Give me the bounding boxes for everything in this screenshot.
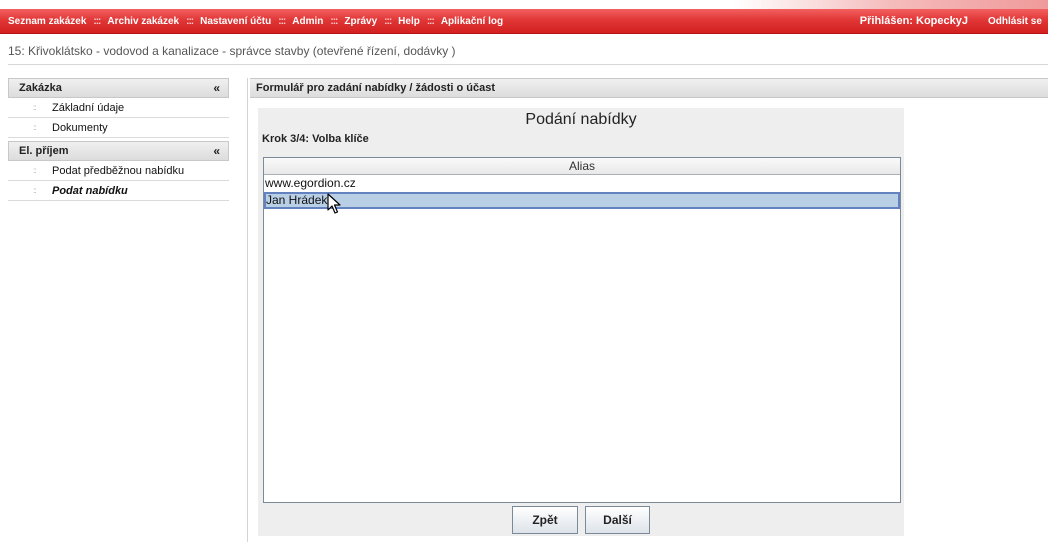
key-table[interactable]: Alias www.egordion.cz Jan Hrádek [263,157,901,503]
mouse-pointer-icon [327,193,341,214]
title-divider [8,64,1048,65]
nav-separator: ::: [330,15,338,27]
bid-applet: Podání nabídky Krok 3/4: Volba klíče Ali… [258,108,904,536]
form-header: Formulář pro zadání nabídky / žádosti o … [250,78,1048,98]
nav-admin[interactable]: Admin [292,16,323,27]
logout-link[interactable]: Odhlásit se [988,16,1048,27]
sidebar-section-el-prijem[interactable]: El. příjem « [8,141,229,161]
back-button[interactable]: Zpět [512,506,578,534]
bullet-icon: :: [33,103,37,112]
step-indicator: Krok 3/4: Volba klíče [262,133,369,145]
sidebar-item-label: Podat nabídku [52,184,128,197]
nav-separator: ::: [426,15,435,27]
nav-aplikacni-log[interactable]: Aplikační log [441,16,503,27]
bullet-icon: :: [33,166,37,175]
nav-nastaveni-uctu[interactable]: Nastavení účtu [200,16,271,27]
button-bar: Zpět Další [258,506,904,536]
nav-separator: ::: [384,15,392,27]
sidebar-section-zakazka[interactable]: Zakázka « [8,78,229,98]
nav-menu: Seznam zakázek ::: Archiv zakázek ::: Na… [8,9,503,33]
sidebar-item-podat-predbeznou-nabidku[interactable]: :: Podat předběžnou nabídku [8,161,229,181]
sidebar: Zakázka « :: Základní údaje :: Dokumenty… [8,78,229,201]
nav-separator: ::: [278,15,286,27]
sidebar-item-zakladni-udaje[interactable]: :: Základní údaje [8,98,229,118]
nav-zpravy[interactable]: Zprávy [344,16,377,27]
sidebar-section-title: Zakázka [19,82,62,94]
table-row-selected[interactable]: Jan Hrádek [264,192,900,209]
sidebar-divider [247,78,248,542]
nav-separator: ::: [186,15,194,27]
main-navigation: Seznam zakázek ::: Archiv zakázek ::: Na… [0,0,1048,34]
nav-seznam-zakazek[interactable]: Seznam zakázek [8,16,86,27]
bullet-icon: :: [33,186,37,195]
user-area: Přihlášen: KopeckyJ Odhlásit se [860,9,1048,33]
logged-in-user: Přihlášen: KopeckyJ [859,15,968,27]
collapse-chevron-icon[interactable]: « [213,81,220,95]
table-row[interactable]: www.egordion.cz [264,175,900,192]
next-button[interactable]: Další [585,506,650,534]
top-bar: Seznam zakázek ::: Archiv zakázek ::: Na… [0,0,1048,38]
page-title: 15: Křivoklátsko - vodovod a kanalizace … [8,44,456,58]
nav-help[interactable]: Help [398,16,420,27]
sidebar-item-label: Podat předběžnou nabídku [52,164,185,177]
sidebar-item-dokumenty[interactable]: :: Dokumenty [8,118,229,138]
sidebar-item-label: Dokumenty [52,121,108,134]
nav-separator: ::: [93,15,101,27]
sidebar-item-label: Základní údaje [52,101,125,114]
sidebar-section-title: El. příjem [19,145,69,157]
collapse-chevron-icon[interactable]: « [213,144,220,158]
bullet-icon: :: [33,123,37,132]
column-header-alias[interactable]: Alias [264,158,900,175]
applet-title: Podání nabídky [525,111,637,128]
sidebar-item-podat-nabidku[interactable]: :: Podat nabídku [8,181,229,201]
nav-archiv-zakazek[interactable]: Archiv zakázek [107,16,179,27]
